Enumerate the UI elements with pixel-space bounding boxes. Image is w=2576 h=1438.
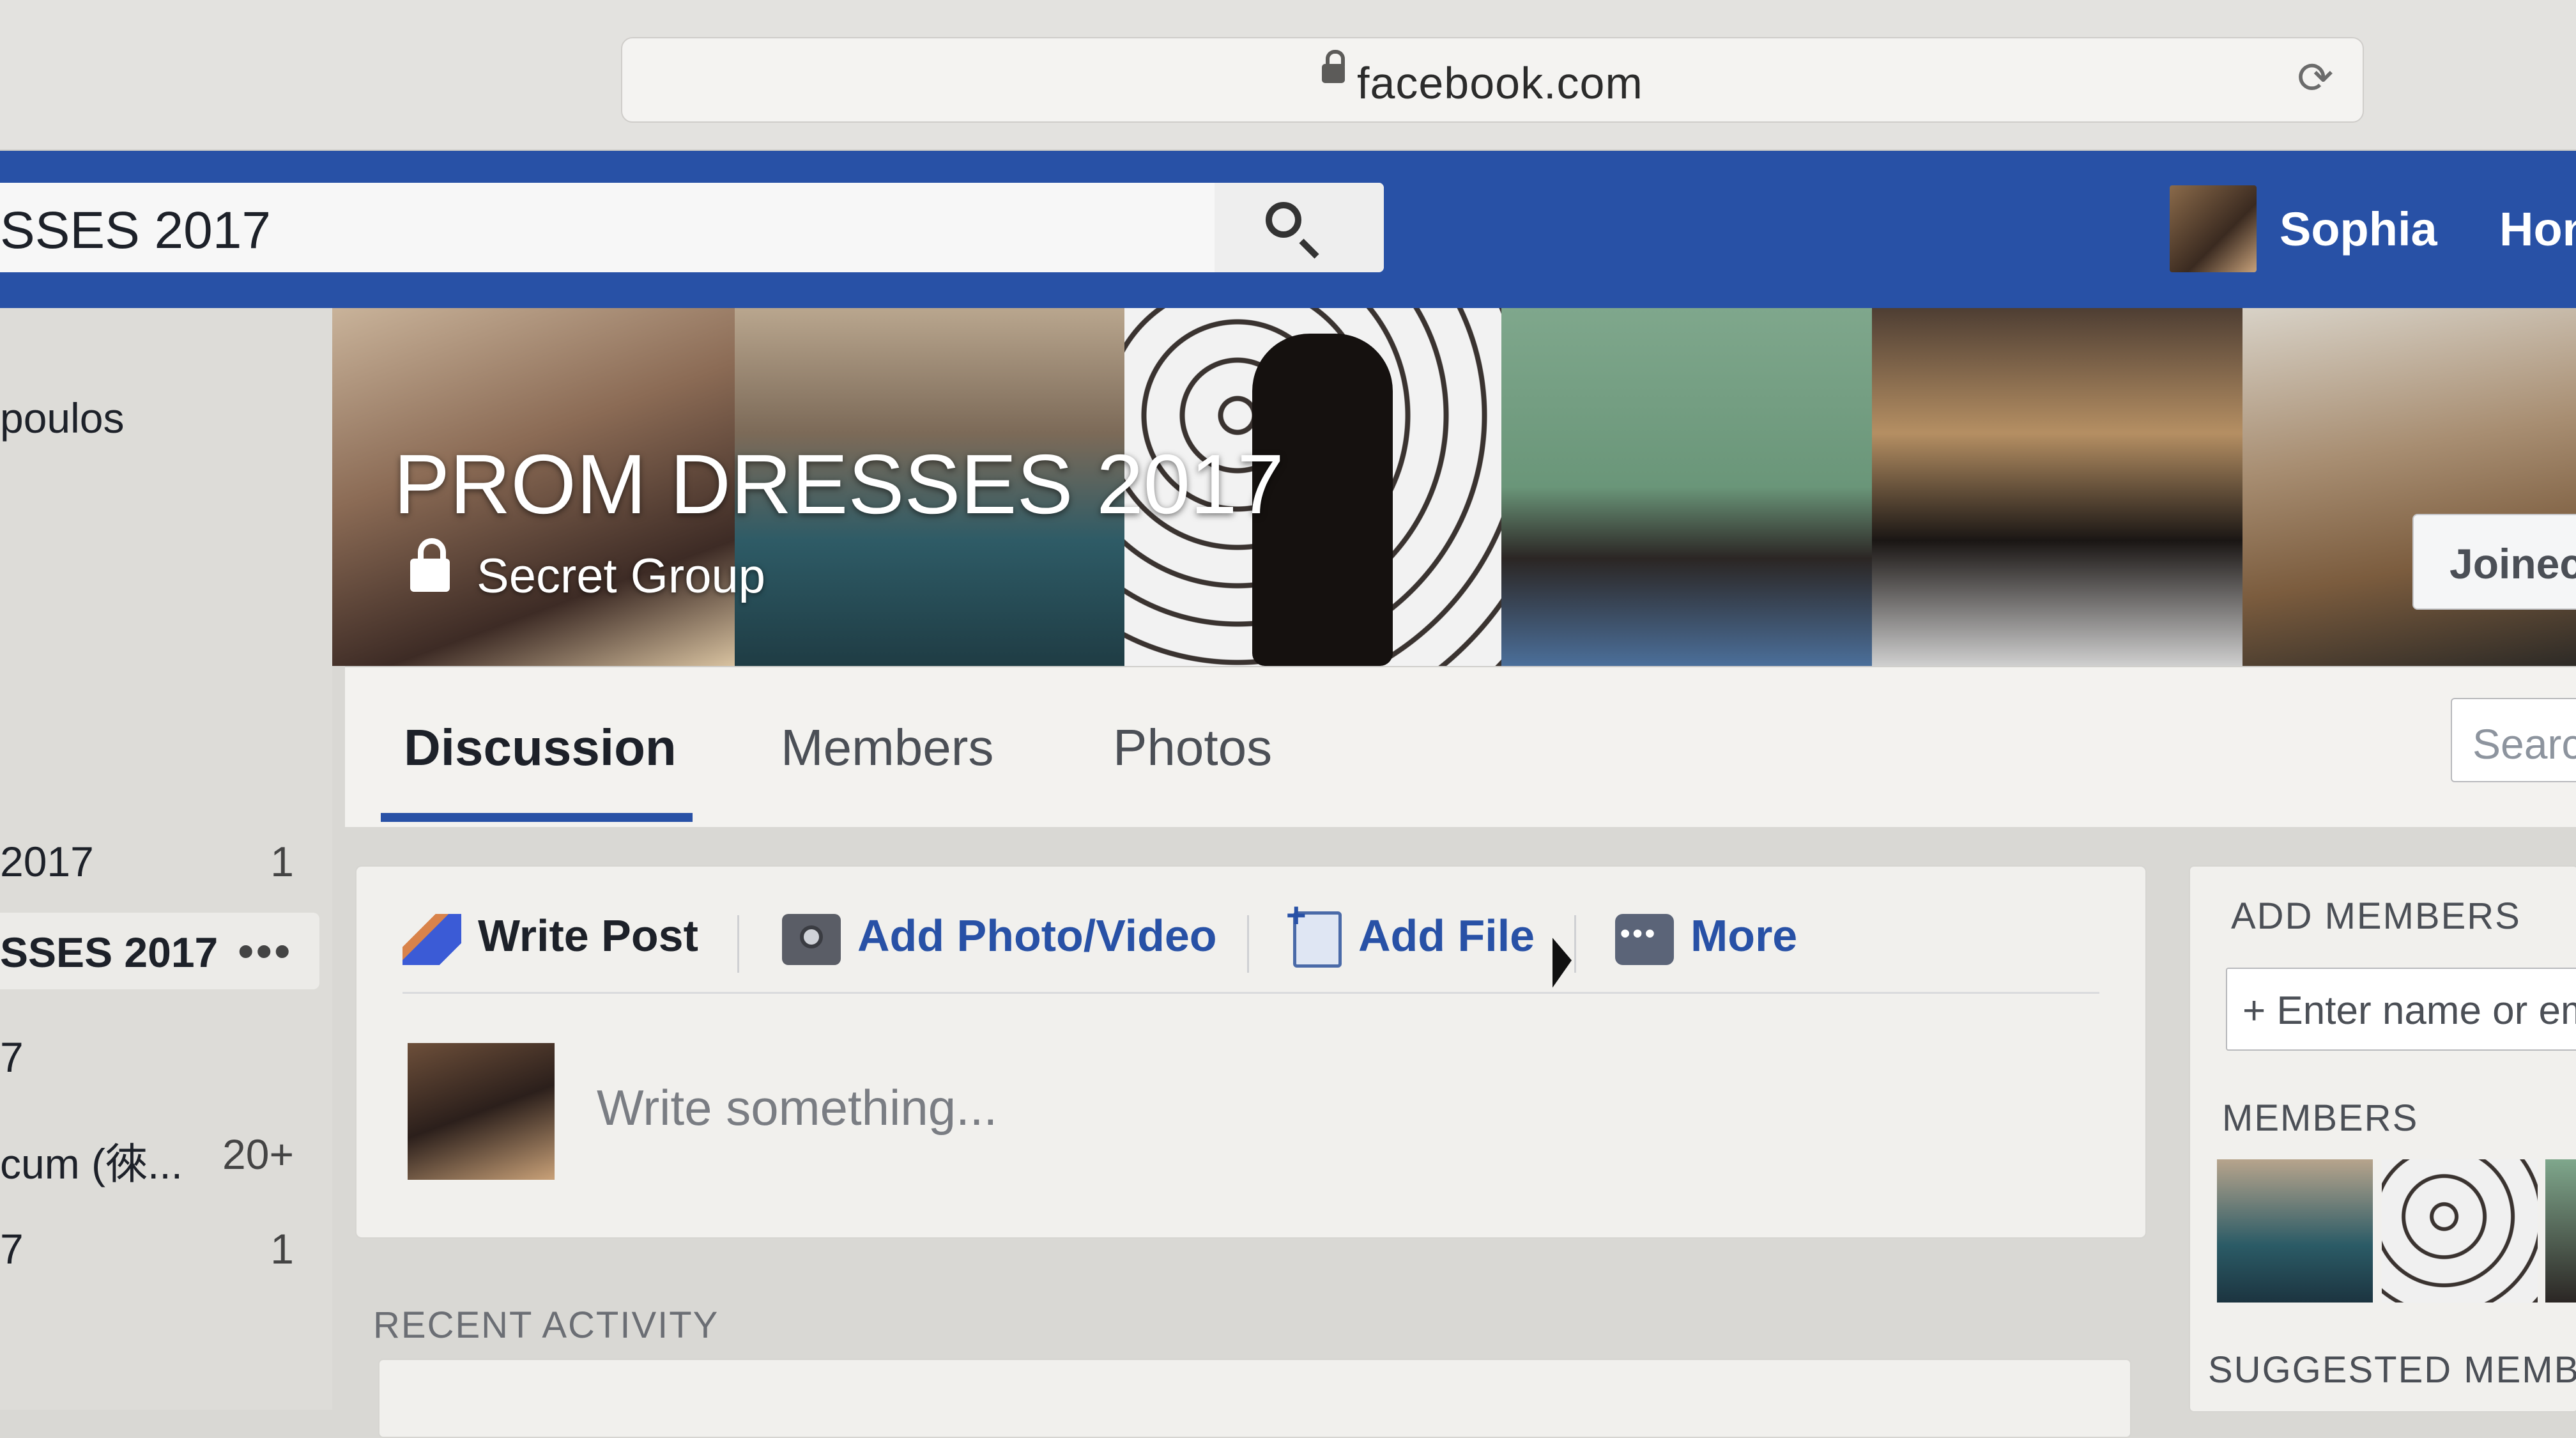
avatar[interactable] [2170,185,2257,272]
divider [737,915,739,973]
add-file-label: Add File [1358,911,1535,961]
pencil-icon [402,913,461,965]
group-search-input[interactable]: Searc [2451,698,2576,782]
search-input[interactable]: SSES 2017 [0,183,1384,272]
recent-activity-card [378,1359,2131,1438]
camera-icon [782,913,841,965]
add-photo-video-button[interactable]: Add Photo/Video [782,910,1217,965]
group-title[interactable]: PROM DRESSES 2017 [394,436,1284,532]
profile-link[interactable]: Sophia [2280,202,2437,256]
tab-photos[interactable]: Photos [1113,718,1272,777]
sidebar-item[interactable]: poulos [0,378,319,455]
sidebar-item-count: 20+ [222,1131,294,1178]
member-thumbnail[interactable] [2217,1159,2373,1303]
home-link[interactable]: Hon [2499,202,2576,256]
active-tab-indicator [381,813,693,822]
divider [402,992,2099,994]
left-sidebar: poulos 2017 1 SSES 2017 ••• 7 cum (徠... … [0,308,332,1410]
group-tabs: Discussion Members Photos Searc [345,666,2576,827]
avatar[interactable] [408,1043,555,1180]
search-input-value: SSES 2017 [0,201,271,259]
group-privacy: Secret Group [477,549,765,603]
add-file-button[interactable]: Add File [1286,895,1535,968]
facebook-header: SSES 2017 Sophia Hon [0,151,2576,308]
mouse-cursor [1552,938,1572,999]
member-thumbnail[interactable] [2382,1159,2538,1303]
recent-activity-heading: RECENT ACTIVITY [373,1304,719,1346]
member-thumbnail[interactable] [2545,1159,2576,1303]
search-button[interactable] [1215,183,1384,272]
joined-button[interactable]: Joinec [2412,514,2576,610]
more-button[interactable]: More [1615,910,1797,965]
sidebar-item-label: poulos [0,394,125,442]
browser-toolbar: facebook.com ⟳ [0,0,2576,151]
sidebar-item[interactable]: 7 [0,1017,319,1094]
tab-members[interactable]: Members [781,718,993,777]
tab-discussion[interactable]: Discussion [404,718,677,777]
divider [1247,915,1249,973]
add-members-placeholder: + Enter name or em [2242,989,2576,1033]
divider [1574,915,1576,973]
reload-icon[interactable]: ⟳ [2294,56,2337,100]
sidebar-item[interactable]: 2017 1 [0,822,319,899]
lock-icon [1322,50,1345,83]
suggested-members-heading: SUGGESTED MEMBEI [2208,1349,2576,1391]
sidebar-item-count: 1 [270,1225,294,1272]
write-something-input[interactable]: Write something... [597,1079,997,1137]
group-cover-photo[interactable]: PROM DRESSES 2017 Secret Group Joinec [332,308,2576,666]
cover-photo-tile [1501,308,1872,666]
sidebar-item-count: 1 [270,838,294,885]
add-members-heading: ADD MEMBERS [2231,895,2521,937]
write-post-label: Write Post [478,911,698,961]
sidebar-item-label: 2017 [0,838,94,885]
file-icon [1286,895,1342,968]
cover-photo-tile [1872,308,2242,666]
sidebar-item-active-group[interactable]: SSES 2017 ••• [0,913,319,989]
address-bar[interactable]: facebook.com ⟳ [621,37,2364,123]
more-options-icon[interactable]: ••• [238,925,293,977]
search-icon [1266,202,1301,238]
sidebar-item-label: 7 [0,1033,24,1081]
more-icon [1615,913,1674,965]
more-label: More [1690,911,1798,961]
url-text: facebook.com [1357,58,1643,108]
sidebar-item[interactable]: 7 1 [0,1209,319,1286]
lock-icon [410,538,450,592]
post-composer: Write Post Add Photo/Video Add File More… [355,865,2147,1239]
right-column: ADD MEMBERS + Enter name or em MEMBERS S… [2189,865,2576,1412]
members-heading: MEMBERS [2222,1097,2419,1139]
add-members-input[interactable]: + Enter name or em [2226,968,2576,1051]
group-search-placeholder: Searc [2472,720,2576,768]
sidebar-item-label: 7 [0,1225,24,1272]
cover-photo-tile [2242,308,2576,666]
sidebar-item-label: SSES 2017 [0,929,218,976]
sidebar-item-label: cum (徠... [0,1140,183,1187]
add-photo-video-label: Add Photo/Video [857,911,1217,961]
sidebar-item[interactable]: cum (徠... 20+ [0,1115,319,1191]
write-post-button[interactable]: Write Post [402,910,698,965]
